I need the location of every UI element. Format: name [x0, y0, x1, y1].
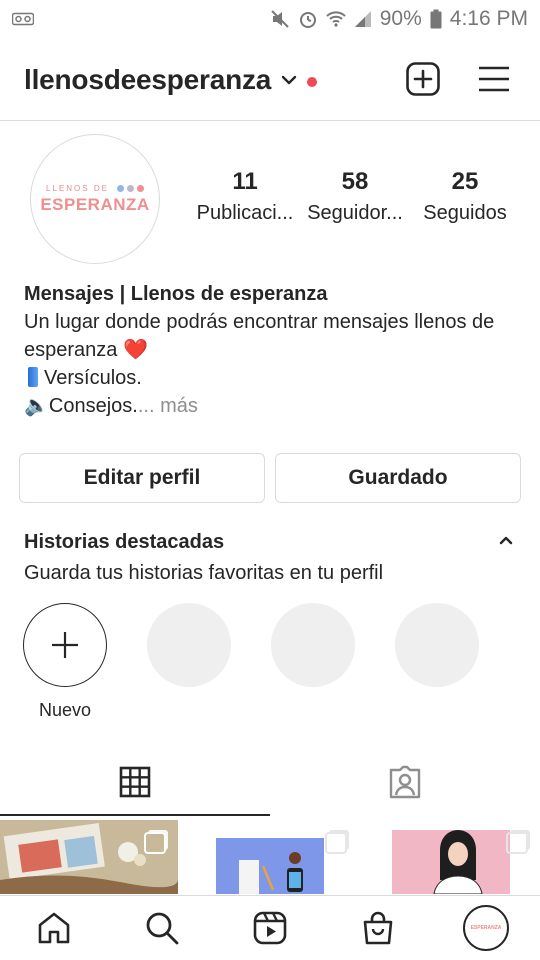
- nav-profile[interactable]: ESPERANZA: [456, 898, 516, 958]
- profile-bio: Mensajes | Llenos de esperanza Un lugar …: [24, 280, 524, 420]
- edit-profile-button[interactable]: Editar perfil: [19, 453, 265, 503]
- notification-dot: [307, 77, 318, 87]
- active-tab-indicator: [0, 814, 270, 816]
- bio-display-name: Mensajes | Llenos de esperanza: [24, 283, 328, 305]
- profile-header: llenosdeesperanza: [0, 50, 540, 110]
- new-highlight-label: Nuevo: [38, 700, 92, 720]
- nav-shop[interactable]: [348, 898, 408, 958]
- menu-icon[interactable]: [478, 66, 510, 97]
- bio-line-3: Versículos.: [24, 364, 524, 392]
- bio-line-4-text: 🔈Consejos.: [24, 395, 138, 417]
- bottom-nav: ESPERANZA: [0, 895, 540, 960]
- profile-avatar[interactable]: LLENOS DE ESPERANZA: [30, 134, 160, 264]
- reels-icon: [253, 911, 287, 945]
- saved-button[interactable]: Guardado: [275, 453, 521, 503]
- mobile-phone-icon: [28, 367, 38, 387]
- chevron-down-icon[interactable]: [281, 73, 297, 91]
- stat-posts[interactable]: 11 Publicaci...: [190, 168, 300, 225]
- avatar-small-logo: ESPERANZA: [470, 925, 502, 931]
- battery-percent: 90%: [379, 7, 422, 30]
- clock: 4:16 PM: [449, 7, 528, 30]
- home-icon: [38, 912, 70, 944]
- stat-followers[interactable]: 58 Seguidor...: [300, 168, 410, 225]
- new-post-icon[interactable]: [406, 62, 440, 101]
- chevron-up-icon[interactable]: [498, 533, 514, 551]
- highlights-subtitle: Guarda tus historias favoritas en tu per…: [24, 562, 384, 584]
- stat-followers-count: 58: [341, 168, 369, 195]
- header-divider: [0, 120, 540, 121]
- carousel-icon: [325, 832, 347, 854]
- stat-following-count: 25: [451, 168, 479, 195]
- carousel-icon: [506, 832, 528, 854]
- stat-posts-label: Publicaci...: [196, 202, 294, 224]
- wifi-icon: [326, 10, 346, 28]
- post-thumbnail[interactable]: [0, 820, 178, 894]
- bio-more-link[interactable]: ... más: [138, 395, 198, 417]
- signal-icon: [354, 10, 372, 28]
- alarm-icon: [298, 9, 318, 29]
- nav-search[interactable]: [132, 898, 192, 958]
- new-highlight-button[interactable]: [23, 603, 107, 687]
- stat-following-label: Seguidos: [423, 202, 507, 224]
- highlight-placeholder: [395, 603, 479, 687]
- avatar-logo-top: LLENOS DE: [46, 184, 144, 193]
- voicemail-icon: [12, 12, 34, 26]
- bio-line-4: 🔈Consejos.... más: [24, 392, 524, 420]
- tab-grid[interactable]: [0, 762, 270, 802]
- stat-followers-label: Seguidor...: [307, 202, 403, 224]
- nav-home[interactable]: [24, 898, 84, 958]
- carousel-icon: [144, 832, 166, 854]
- post-thumbnail[interactable]: [362, 820, 540, 894]
- username[interactable]: llenosdeesperanza: [24, 64, 271, 96]
- bio-line-3-text: Versículos.: [44, 367, 142, 389]
- highlight-placeholder: [147, 603, 231, 687]
- post-thumbnail[interactable]: [181, 820, 359, 894]
- highlight-placeholder: [271, 603, 355, 687]
- profile-avatar-small: ESPERANZA: [463, 905, 509, 951]
- highlights-title: Historias destacadas: [24, 531, 225, 553]
- grid-icon: [119, 766, 151, 798]
- tab-tagged[interactable]: [270, 762, 540, 802]
- bio-line-1: Un lugar donde podrás encontrar mensajes…: [24, 311, 495, 333]
- logo-dots: [116, 184, 144, 192]
- stat-posts-count: 11: [232, 168, 258, 195]
- shop-icon: [363, 911, 393, 945]
- search-icon: [146, 912, 179, 945]
- avatar-logo-top-text: LLENOS DE: [46, 183, 109, 193]
- stat-following[interactable]: 25 Seguidos: [410, 168, 520, 225]
- status-bar: 90% 4:16 PM: [0, 0, 540, 38]
- profile-stats: 11 Publicaci... 58 Seguidor... 25 Seguid…: [190, 168, 520, 225]
- mute-icon: [270, 9, 290, 29]
- bio-line-2: esperanza ❤️: [24, 339, 148, 361]
- battery-icon: [430, 9, 442, 29]
- tagged-icon: [389, 765, 421, 799]
- nav-reels[interactable]: [240, 898, 300, 958]
- avatar-logo-main: ESPERANZA: [40, 194, 150, 214]
- plus-icon: [52, 632, 78, 658]
